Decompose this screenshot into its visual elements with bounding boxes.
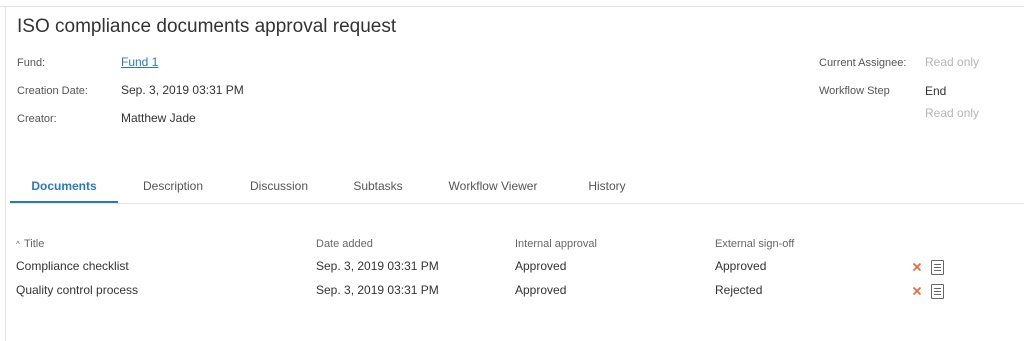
fund-label: Fund: — [17, 57, 46, 69]
creation-date-value: Sep. 3, 2019 03:31 PM — [121, 83, 244, 97]
tab-description[interactable]: Description — [128, 172, 218, 202]
tab-documents[interactable]: Documents — [10, 172, 118, 202]
workflow-step-note: Read only — [925, 106, 980, 120]
close-icon[interactable] — [912, 286, 922, 296]
column-header-internal-approval[interactable]: Internal approval — [515, 238, 597, 250]
close-icon[interactable] — [912, 262, 922, 272]
internal-approval-status: Approved — [515, 283, 567, 297]
document-date-added: Sep. 3, 2019 03:31 PM — [316, 259, 439, 273]
table-row[interactable]: Quality control process Sep. 3, 2019 03:… — [0, 280, 1024, 302]
creator-label: Creator: — [17, 113, 57, 125]
external-signoff-status: Rejected — [715, 283, 763, 297]
current-assignee-label: Current Assignee: — [819, 57, 907, 69]
document-icon[interactable] — [931, 260, 944, 275]
external-signoff-status: Approved — [715, 259, 767, 273]
creator-value: Matthew Jade — [121, 111, 196, 125]
internal-approval-status: Approved — [515, 259, 567, 273]
sort-ascending-icon[interactable]: ^ — [16, 240, 20, 249]
document-date-added: Sep. 3, 2019 03:31 PM — [316, 283, 439, 297]
top-bar — [0, 0, 1024, 7]
workflow-step-label: Workflow Step — [819, 85, 890, 97]
column-header-title[interactable]: Title — [24, 238, 44, 250]
tab-divider — [10, 203, 1024, 204]
page-title: ISO compliance documents approval reques… — [17, 16, 397, 37]
tab-discussion[interactable]: Discussion — [238, 172, 320, 202]
tab-subtasks[interactable]: Subtasks — [343, 172, 413, 202]
column-header-date-added[interactable]: Date added — [316, 238, 373, 250]
column-header-external-signoff[interactable]: External sign-off — [715, 238, 794, 250]
fund-link[interactable]: Fund 1 — [121, 55, 158, 69]
tab-bar: Documents Description Discussion Subtask… — [10, 172, 1024, 204]
document-icon[interactable] — [931, 284, 944, 299]
tab-history[interactable]: History — [577, 172, 637, 202]
current-assignee-value: Read only — [925, 55, 980, 69]
document-title[interactable]: Compliance checklist — [16, 259, 129, 273]
creation-date-label: Creation Date: — [17, 85, 88, 97]
document-title[interactable]: Quality control process — [16, 283, 138, 297]
workflow-step-value: End — [925, 84, 947, 98]
table-row[interactable]: Compliance checklist Sep. 3, 2019 03:31 … — [0, 256, 1024, 278]
tab-workflow-viewer[interactable]: Workflow Viewer — [437, 172, 549, 202]
